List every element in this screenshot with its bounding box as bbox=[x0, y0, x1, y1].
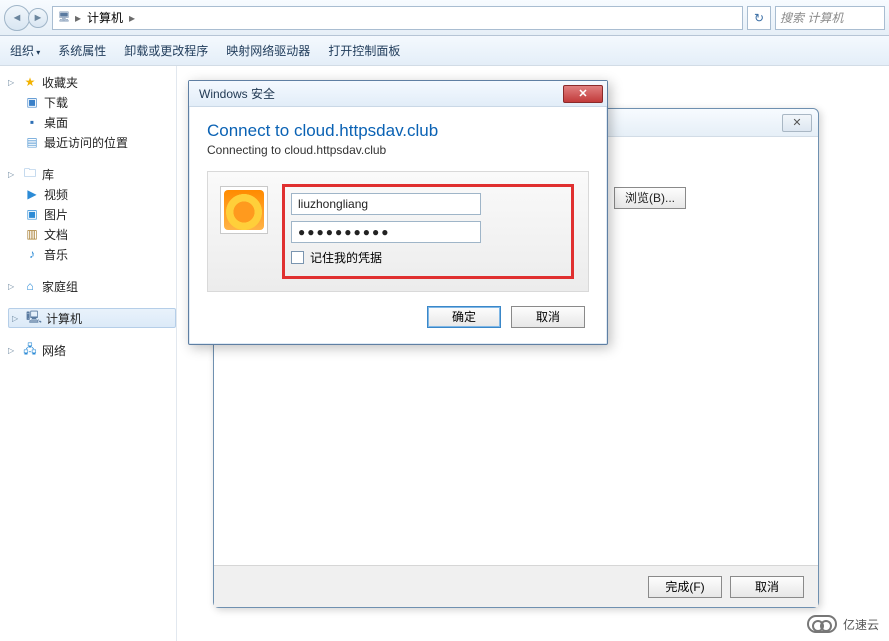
watermark-text: 亿速云 bbox=[843, 616, 879, 633]
pane-divider bbox=[176, 66, 177, 641]
favorites-header[interactable]: ▷★收藏夹 bbox=[8, 72, 176, 92]
open-control-panel[interactable]: 打开控制面板 bbox=[328, 42, 400, 59]
connect-heading: Connect to cloud.httpsdav.club bbox=[207, 121, 589, 141]
user-avatar bbox=[220, 186, 268, 234]
breadcrumb-dropdown[interactable]: ▸ bbox=[73, 11, 83, 25]
search-input[interactable]: 搜索 计算机 bbox=[775, 6, 885, 30]
security-dialog: Windows 安全 ✕ Connect to cloud.httpsdav.c… bbox=[188, 80, 608, 345]
watermark: 亿速云 bbox=[807, 615, 879, 633]
uninstall-programs[interactable]: 卸载或更改程序 bbox=[124, 42, 208, 59]
checkbox-icon bbox=[291, 251, 304, 264]
computer-icon: 🖥 bbox=[55, 9, 73, 27]
library-icon: 🗀 bbox=[22, 166, 38, 182]
download-icon: ▣ bbox=[24, 94, 40, 110]
breadcrumb-bar[interactable]: 🖥 ▸ 计算机 ▸ bbox=[52, 6, 743, 30]
wizard-close-button[interactable]: ✕ bbox=[782, 114, 812, 132]
map-network-drive[interactable]: 映射网络驱动器 bbox=[226, 42, 310, 59]
computer-icon: 🖳 bbox=[26, 310, 42, 326]
network-icon: 🖧 bbox=[22, 342, 38, 358]
star-icon: ★ bbox=[22, 74, 38, 90]
cancel-button[interactable]: 取消 bbox=[511, 306, 585, 328]
sidebar-item-music[interactable]: ♪音乐 bbox=[8, 244, 176, 264]
close-button[interactable]: ✕ bbox=[563, 85, 603, 103]
picture-icon: ▣ bbox=[24, 206, 40, 222]
ok-button[interactable]: 确定 bbox=[427, 306, 501, 328]
nav-forward-button[interactable]: ► bbox=[28, 8, 48, 28]
search-placeholder: 搜索 计算机 bbox=[780, 9, 843, 26]
security-titlebar: Windows 安全 ✕ bbox=[189, 81, 607, 107]
organize-menu[interactable]: 组织 bbox=[10, 42, 40, 59]
username-input[interactable]: liuzhongliang bbox=[291, 193, 481, 215]
system-properties[interactable]: 系统属性 bbox=[58, 42, 106, 59]
recent-icon: ▤ bbox=[24, 134, 40, 150]
homegroup-header[interactable]: ▷⌂家庭组 bbox=[8, 276, 176, 296]
sidebar-item-desktop[interactable]: ▪桌面 bbox=[8, 112, 176, 132]
computer-header[interactable]: ▷🖳计算机 bbox=[8, 308, 176, 328]
remember-checkbox[interactable]: 记住我的凭据 bbox=[291, 249, 563, 266]
music-icon: ♪ bbox=[24, 246, 40, 262]
nav-pane: ▷★收藏夹 ▣下载 ▪桌面 ▤最近访问的位置 ▷🗀库 ▶视频 ▣图片 ▥文档 ♪… bbox=[0, 66, 176, 641]
sidebar-item-videos[interactable]: ▶视频 bbox=[8, 184, 176, 204]
explorer-topbar: ◄ ► 🖥 ▸ 计算机 ▸ ↻ 搜索 计算机 bbox=[0, 0, 889, 36]
dialog-button-row: 确定 取消 bbox=[207, 292, 589, 330]
document-icon: ▥ bbox=[24, 226, 40, 242]
desktop-icon: ▪ bbox=[24, 114, 40, 130]
browse-button[interactable]: 浏览(B)... bbox=[614, 187, 686, 209]
nav-back-button[interactable]: ◄ bbox=[4, 5, 30, 31]
video-icon: ▶ bbox=[24, 186, 40, 202]
credential-panel: liuzhongliang ●●●●●●●●●● 记住我的凭据 bbox=[207, 171, 589, 292]
breadcrumb-root[interactable]: 计算机 bbox=[83, 9, 127, 26]
sidebar-item-pictures[interactable]: ▣图片 bbox=[8, 204, 176, 224]
sidebar-item-documents[interactable]: ▥文档 bbox=[8, 224, 176, 244]
highlight-box: liuzhongliang ●●●●●●●●●● 记住我的凭据 bbox=[282, 184, 574, 279]
network-header[interactable]: ▷🖧网络 bbox=[8, 340, 176, 360]
breadcrumb-sep[interactable]: ▸ bbox=[127, 11, 137, 25]
watermark-logo-icon bbox=[807, 615, 837, 633]
connect-subtext: Connecting to cloud.httpsdav.club bbox=[207, 143, 589, 157]
wizard-button-row: 完成(F) 取消 bbox=[214, 565, 818, 607]
sidebar-item-downloads[interactable]: ▣下载 bbox=[8, 92, 176, 112]
finish-button[interactable]: 完成(F) bbox=[648, 576, 722, 598]
flower-icon bbox=[224, 190, 264, 230]
sidebar-item-recent[interactable]: ▤最近访问的位置 bbox=[8, 132, 176, 152]
explorer-toolbar: 组织 系统属性 卸载或更改程序 映射网络驱动器 打开控制面板 bbox=[0, 36, 889, 66]
password-input[interactable]: ●●●●●●●●●● bbox=[291, 221, 481, 243]
nav-arrows: ◄ ► bbox=[4, 5, 48, 31]
homegroup-icon: ⌂ bbox=[22, 278, 38, 294]
refresh-button[interactable]: ↻ bbox=[747, 6, 771, 30]
cancel-button[interactable]: 取消 bbox=[730, 576, 804, 598]
libraries-header[interactable]: ▷🗀库 bbox=[8, 164, 176, 184]
security-title: Windows 安全 bbox=[199, 85, 275, 102]
